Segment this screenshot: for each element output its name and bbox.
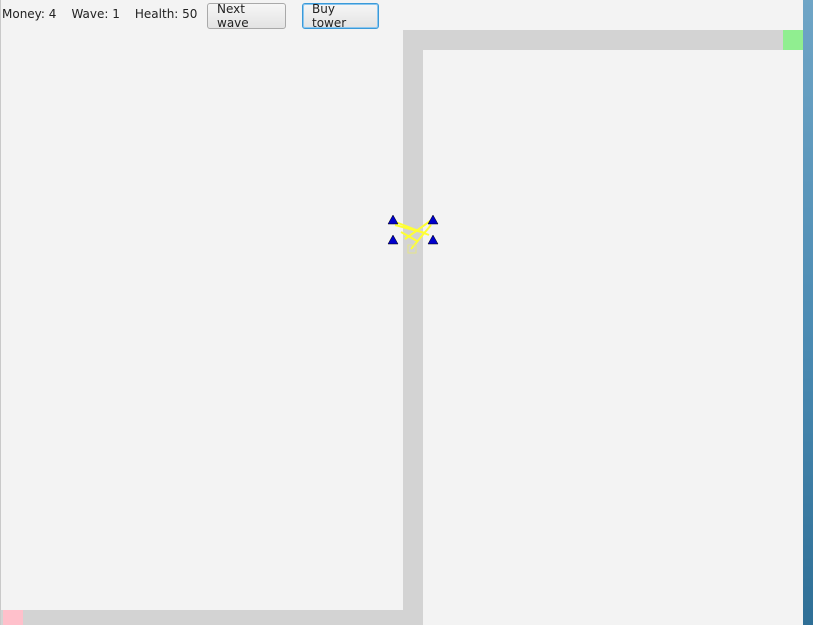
enemy-goal-tile (783, 30, 803, 50)
tower-icon[interactable] (427, 214, 439, 225)
health-display: Health: 50 (134, 7, 198, 21)
tower-icon[interactable] (387, 214, 399, 225)
enemy-spawn-tile (3, 610, 23, 625)
hud-bar: Money: 4 Wave: 1 Health: 50 (2, 4, 197, 24)
next-wave-button[interactable]: Next wave (207, 2, 286, 30)
enemy-path-segment-top (403, 30, 803, 50)
buy-tower-button[interactable]: Buy tower (302, 2, 379, 30)
tower-icon[interactable] (387, 234, 399, 245)
money-display: Money: 4 (2, 7, 57, 21)
wave-display: Wave: 1 (71, 7, 120, 21)
tower-icon[interactable] (427, 234, 439, 245)
game-window: Money: 4 Wave: 1 Health: 50 Next wave Bu… (0, 0, 803, 625)
tower-cluster (381, 205, 451, 265)
enemy-path-segment-vertical (403, 30, 423, 625)
enemy-path-segment-bottom (1, 610, 423, 625)
